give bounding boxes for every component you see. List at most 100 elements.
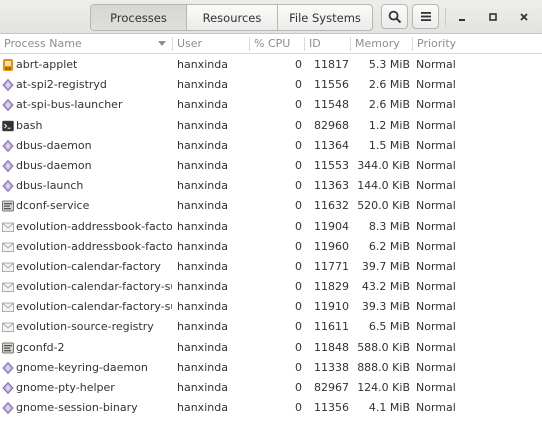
process-priority: Normal <box>416 280 456 294</box>
process-user: hanxinda <box>177 340 228 354</box>
process-row[interactable]: dconf-service hanxinda 0 11632 520.0 KiB Norm… <box>0 196 542 216</box>
process-memory: 8.3 MiB <box>368 219 410 233</box>
process-cpu: 0 <box>295 58 302 71</box>
process-priority: Normal <box>416 300 456 314</box>
maximize-icon <box>489 12 497 21</box>
minimize-icon <box>459 18 465 21</box>
process-name: dbus-daemon <box>16 158 92 172</box>
evolution-mail-icon <box>2 260 14 274</box>
process-row[interactable]: evolution-calendar-factory-subp hanxinda 0… <box>0 297 542 317</box>
process-user: hanxinda <box>177 259 228 273</box>
process-row[interactable]: evolution-addressbook-factory hanxinda 0 11… <box>0 217 542 237</box>
process-priority: Normal <box>416 158 456 172</box>
process-cpu: 0 <box>295 300 302 314</box>
process-row[interactable]: bash hanxinda 0 82968 1.2 MiB Normal <box>0 116 542 136</box>
config-file-icon <box>2 199 14 213</box>
process-user: hanxinda <box>177 280 228 294</box>
menu-button[interactable] <box>412 4 439 29</box>
column-header-id[interactable]: ID <box>305 35 350 53</box>
process-cpu: 0 <box>295 320 302 334</box>
close-button[interactable] <box>512 4 536 29</box>
evolution-mail-icon <box>2 220 14 234</box>
process-name: at-spi-bus-launcher <box>16 98 123 112</box>
process-row[interactable]: gconfd-2 hanxinda 0 11848 588.0 KiB Normal <box>0 338 542 358</box>
process-row[interactable]: dbus-daemon hanxinda 0 11364 1.5 MiB Normal <box>0 136 542 156</box>
minimize-button[interactable] <box>450 4 474 29</box>
search-button[interactable] <box>381 4 408 29</box>
process-cpu: 0 <box>295 98 302 112</box>
view-switcher: Processes Resources File Systems <box>90 4 373 31</box>
process-priority: Normal <box>416 340 456 354</box>
process-row[interactable]: evolution-calendar-factory hanxinda 0 11771… <box>0 257 542 277</box>
process-memory: 5.3 MiB <box>368 58 410 71</box>
process-cpu: 0 <box>295 199 302 213</box>
process-user: hanxinda <box>177 179 228 193</box>
process-row[interactable]: gnome-pty-helper hanxinda 0 82967 124.0 KiB N… <box>0 378 542 398</box>
process-name: dconf-service <box>16 199 90 213</box>
process-row[interactable]: abrt-applet hanxinda 0 11817 5.3 MiB Normal <box>0 55 542 75</box>
close-icon <box>520 12 528 21</box>
process-name: dbus-launch <box>16 179 84 193</box>
process-user: hanxinda <box>177 78 228 92</box>
process-name: gconfd-2 <box>16 340 65 354</box>
process-name: evolution-source-registry <box>16 320 154 334</box>
process-user: hanxinda <box>177 300 228 314</box>
terminal-icon <box>2 119 14 133</box>
hamburger-menu-icon <box>420 12 431 21</box>
header-separator <box>445 8 446 26</box>
process-cpu: 0 <box>295 381 302 394</box>
process-id: 11553 <box>314 158 349 172</box>
column-header-priority[interactable]: Priority <box>413 35 493 53</box>
process-id: 11611 <box>314 320 349 334</box>
column-header-process-name[interactable]: Process Name <box>0 35 172 53</box>
process-memory: 588.0 KiB <box>357 340 410 354</box>
process-priority: Normal <box>416 401 456 415</box>
process-row[interactable]: evolution-addressbook-factory-hanxinda 0 1… <box>0 237 542 257</box>
config-file-icon <box>2 341 14 355</box>
process-row[interactable]: at-spi2-registryd hanxinda 0 11556 2.6 MiB No… <box>0 75 542 95</box>
sort-descending-icon <box>158 41 166 46</box>
process-name: gnome-keyring-daemon <box>16 360 148 374</box>
process-memory: 144.0 KiB <box>357 179 410 193</box>
evolution-mail-icon <box>2 240 14 254</box>
process-user: hanxinda <box>177 118 228 132</box>
maximize-button[interactable] <box>481 4 505 29</box>
process-generic-icon <box>2 78 14 92</box>
process-row[interactable]: dbus-daemon hanxinda 0 11553 344.0 KiB Normal <box>0 156 542 176</box>
process-id: 11364 <box>314 138 349 152</box>
process-name: evolution-addressbook-factory <box>16 219 172 233</box>
process-name: evolution-calendar-factory <box>16 259 161 273</box>
process-priority: Normal <box>416 179 456 193</box>
process-id: 11817 <box>314 58 349 71</box>
process-memory: 344.0 KiB <box>357 158 410 172</box>
column-header-memory[interactable]: Memory <box>351 35 412 53</box>
process-id: 11960 <box>314 239 349 253</box>
tab-file-systems[interactable]: File Systems <box>277 5 372 30</box>
tab-processes[interactable]: Processes <box>91 5 186 30</box>
header-bar: Processes Resources File Systems <box>0 0 542 34</box>
process-row[interactable]: evolution-source-registry hanxinda 0 11611 6… <box>0 317 542 337</box>
column-header-cpu[interactable]: % CPU <box>250 35 304 53</box>
process-cpu: 0 <box>295 280 302 294</box>
process-row[interactable]: dbus-launch hanxinda 0 11363 144.0 KiB Normal <box>0 176 542 196</box>
process-user: hanxinda <box>177 381 228 394</box>
process-row[interactable]: at-spi-bus-launcher hanxinda 0 11548 2.6 MiB… <box>0 95 542 115</box>
process-name: gnome-session-binary <box>16 401 138 415</box>
process-row[interactable]: gnome-session-binary hanxinda 0 11356 4.1 Mi… <box>0 398 542 418</box>
process-user: hanxinda <box>177 401 228 415</box>
process-id: 82968 <box>314 118 349 132</box>
process-cpu: 0 <box>295 78 302 92</box>
process-priority: Normal <box>416 219 456 233</box>
process-row[interactable]: gnome-keyring-daemon hanxinda 0 11338 888.0 … <box>0 358 542 378</box>
process-list: abrt-applet hanxinda 0 11817 5.3 MiB Normal at… <box>0 55 542 418</box>
process-generic-icon <box>2 139 14 153</box>
process-cpu: 0 <box>295 118 302 132</box>
process-row[interactable]: evolution-calendar-factory-subp hanxinda 0… <box>0 277 542 297</box>
process-generic-icon <box>2 179 14 193</box>
process-memory: 39.3 MiB <box>361 300 410 314</box>
tab-resources[interactable]: Resources <box>186 5 277 30</box>
process-user: hanxinda <box>177 98 228 112</box>
process-priority: Normal <box>416 259 456 273</box>
column-header-user[interactable]: User <box>173 35 249 53</box>
process-memory: 2.6 MiB <box>368 98 410 112</box>
